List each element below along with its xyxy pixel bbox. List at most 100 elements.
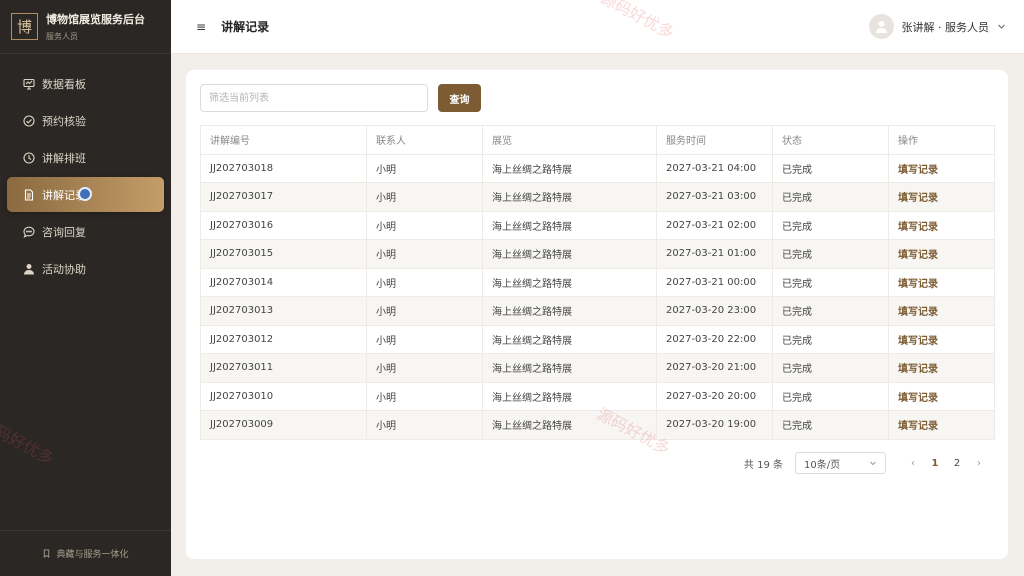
sidebar-footer: 典藏与服务一体化 bbox=[0, 530, 171, 576]
record-time: 2027-03-20 20:00 bbox=[656, 382, 773, 411]
record-action-cell: 填写记录 bbox=[888, 239, 995, 269]
record-action-cell: 填写记录 bbox=[888, 268, 995, 297]
table-row: JJ202703012 小明 海上丝绸之路特展 2027-03-20 22:00… bbox=[200, 325, 995, 354]
record-exhibit: 海上丝绸之路特展 bbox=[482, 154, 657, 183]
record-status: 已完成 bbox=[772, 182, 889, 212]
fill-record-link[interactable]: 填写记录 bbox=[898, 364, 938, 375]
record-id: JJ202703012 bbox=[200, 325, 367, 354]
record-action-cell: 填写记录 bbox=[888, 353, 995, 383]
record-contact: 小明 bbox=[366, 211, 483, 240]
chat-icon bbox=[23, 226, 35, 238]
fill-record-link[interactable]: 填写记录 bbox=[898, 279, 938, 290]
pagination-total: 共 19 条 bbox=[743, 459, 783, 471]
avatar bbox=[868, 14, 894, 39]
filter-input[interactable] bbox=[200, 84, 428, 112]
fill-record-link[interactable]: 填写记录 bbox=[898, 165, 938, 176]
record-exhibit: 海上丝绸之路特展 bbox=[482, 382, 657, 411]
user-menu[interactable]: 张讲解 · 服务人员 bbox=[868, 14, 1007, 39]
table-row: JJ202703011 小明 海上丝绸之路特展 2027-03-20 21:00… bbox=[200, 353, 995, 383]
page-number-1[interactable]: 1 bbox=[924, 458, 946, 469]
sidebar-item-dashboard[interactable]: 数据看板 bbox=[7, 66, 164, 101]
fill-record-link[interactable]: 填写记录 bbox=[898, 250, 938, 261]
sidebar-item-label: 数据看板 bbox=[42, 77, 86, 91]
record-status: 已完成 bbox=[772, 268, 889, 297]
prev-page-button[interactable]: ‹ bbox=[902, 458, 924, 469]
record-exhibit: 海上丝绸之路特展 bbox=[482, 182, 657, 212]
sidebar-item-label: 预约核验 bbox=[42, 114, 86, 128]
record-id: JJ202703016 bbox=[200, 211, 367, 240]
brand: 博 博物馆展览服务后台 服务人员 bbox=[0, 0, 171, 54]
chevron-down-icon bbox=[870, 461, 876, 466]
record-exhibit: 海上丝绸之路特展 bbox=[482, 239, 657, 269]
record-contact: 小明 bbox=[366, 382, 483, 411]
table-row: JJ202703017 小明 海上丝绸之路特展 2027-03-21 03:00… bbox=[200, 182, 995, 212]
record-exhibit: 海上丝绸之路特展 bbox=[482, 325, 657, 354]
sidebar-item-activity-assist[interactable]: 活动协助 bbox=[7, 251, 164, 286]
record-time: 2027-03-20 21:00 bbox=[656, 353, 773, 383]
sidebar-item-label: 咨询回复 bbox=[42, 225, 86, 239]
record-exhibit: 海上丝绸之路特展 bbox=[482, 410, 657, 440]
fill-record-link[interactable]: 填写记录 bbox=[898, 421, 938, 432]
column-header-id: 讲解编号 bbox=[200, 125, 367, 155]
table-row: JJ202703013 小明 海上丝绸之路特展 2027-03-20 23:00… bbox=[200, 296, 995, 326]
record-action-cell: 填写记录 bbox=[888, 154, 995, 183]
sidebar-item-guide-records[interactable]: 讲解记录 bbox=[7, 177, 164, 212]
fill-record-link[interactable]: 填写记录 bbox=[898, 336, 938, 347]
table-header-row: 讲解编号 联系人 展览 服务时间 状态 操作 bbox=[200, 125, 995, 155]
brand-title: 博物馆展览服务后台 bbox=[46, 13, 145, 26]
record-status: 已完成 bbox=[772, 325, 889, 354]
fill-record-link[interactable]: 填写记录 bbox=[898, 393, 938, 404]
record-contact: 小明 bbox=[366, 353, 483, 383]
fill-record-link[interactable]: 填写记录 bbox=[898, 222, 938, 233]
record-action-cell: 填写记录 bbox=[888, 296, 995, 326]
record-action-cell: 填写记录 bbox=[888, 410, 995, 440]
record-time: 2027-03-20 22:00 bbox=[656, 325, 773, 354]
table-row: JJ202703010 小明 海上丝绸之路特展 2027-03-20 20:00… bbox=[200, 382, 995, 411]
record-status: 已完成 bbox=[772, 211, 889, 240]
table-row: JJ202703009 小明 海上丝绸之路特展 2027-03-20 19:00… bbox=[200, 410, 995, 440]
page-title: 讲解记录 bbox=[221, 20, 270, 34]
table-row: JJ202703018 小明 海上丝绸之路特展 2027-03-21 04:00… bbox=[200, 154, 995, 183]
record-time: 2027-03-21 03:00 bbox=[656, 182, 773, 212]
record-time: 2027-03-21 02:00 bbox=[656, 211, 773, 240]
menu-toggle-icon[interactable]: ≡ bbox=[196, 20, 206, 34]
record-time: 2027-03-20 19:00 bbox=[656, 410, 773, 440]
record-id: JJ202703009 bbox=[200, 410, 367, 440]
column-header-contact: 联系人 bbox=[366, 125, 483, 155]
record-status: 已完成 bbox=[772, 239, 889, 269]
avatar-user-icon bbox=[875, 21, 887, 33]
page-number-2[interactable]: 2 bbox=[946, 458, 968, 469]
record-time: 2027-03-21 04:00 bbox=[656, 154, 773, 183]
record-contact: 小明 bbox=[366, 182, 483, 212]
record-action-cell: 填写记录 bbox=[888, 382, 995, 411]
fill-record-link[interactable]: 填写记录 bbox=[898, 307, 938, 318]
record-status: 已完成 bbox=[772, 296, 889, 326]
query-button[interactable]: 查询 bbox=[438, 84, 481, 112]
next-page-button[interactable]: › bbox=[968, 458, 990, 469]
record-id: JJ202703011 bbox=[200, 353, 367, 383]
user-icon bbox=[24, 263, 34, 274]
fill-record-link[interactable]: 填写记录 bbox=[898, 193, 938, 204]
check-circle-icon bbox=[23, 114, 35, 127]
record-time: 2027-03-20 23:00 bbox=[656, 296, 773, 326]
sidebar-item-guide-schedule[interactable]: 讲解排班 bbox=[7, 140, 164, 175]
sidebar-item-consult-reply[interactable]: 咨询回复 bbox=[7, 214, 164, 249]
brand-subtitle: 服务人员 bbox=[46, 32, 78, 41]
record-contact: 小明 bbox=[366, 154, 483, 183]
record-contact: 小明 bbox=[366, 296, 483, 326]
table-row: JJ202703015 小明 海上丝绸之路特展 2027-03-21 01:00… bbox=[200, 239, 995, 269]
chevron-down-icon bbox=[998, 24, 1005, 29]
column-header-exhibit: 展览 bbox=[482, 125, 657, 155]
column-header-status: 状态 bbox=[772, 125, 889, 155]
page-size-value: 10条/页 bbox=[804, 459, 841, 471]
table-row: JJ202703014 小明 海上丝绸之路特展 2027-03-21 00:00… bbox=[200, 268, 995, 297]
record-action-cell: 填写记录 bbox=[888, 211, 995, 240]
record-id: JJ202703018 bbox=[200, 154, 367, 183]
record-exhibit: 海上丝绸之路特展 bbox=[482, 268, 657, 297]
record-id: JJ202703017 bbox=[200, 182, 367, 212]
pagination: 共 19 条 10条/页 ‹ 1 2 › bbox=[744, 452, 990, 474]
record-contact: 小明 bbox=[366, 268, 483, 297]
page-size-select[interactable]: 10条/页 bbox=[795, 452, 886, 474]
sidebar-item-booking-verify[interactable]: 预约核验 bbox=[7, 103, 164, 138]
top-header: ≡ 讲解记录 张讲解 · 服务人员 bbox=[171, 0, 1024, 54]
